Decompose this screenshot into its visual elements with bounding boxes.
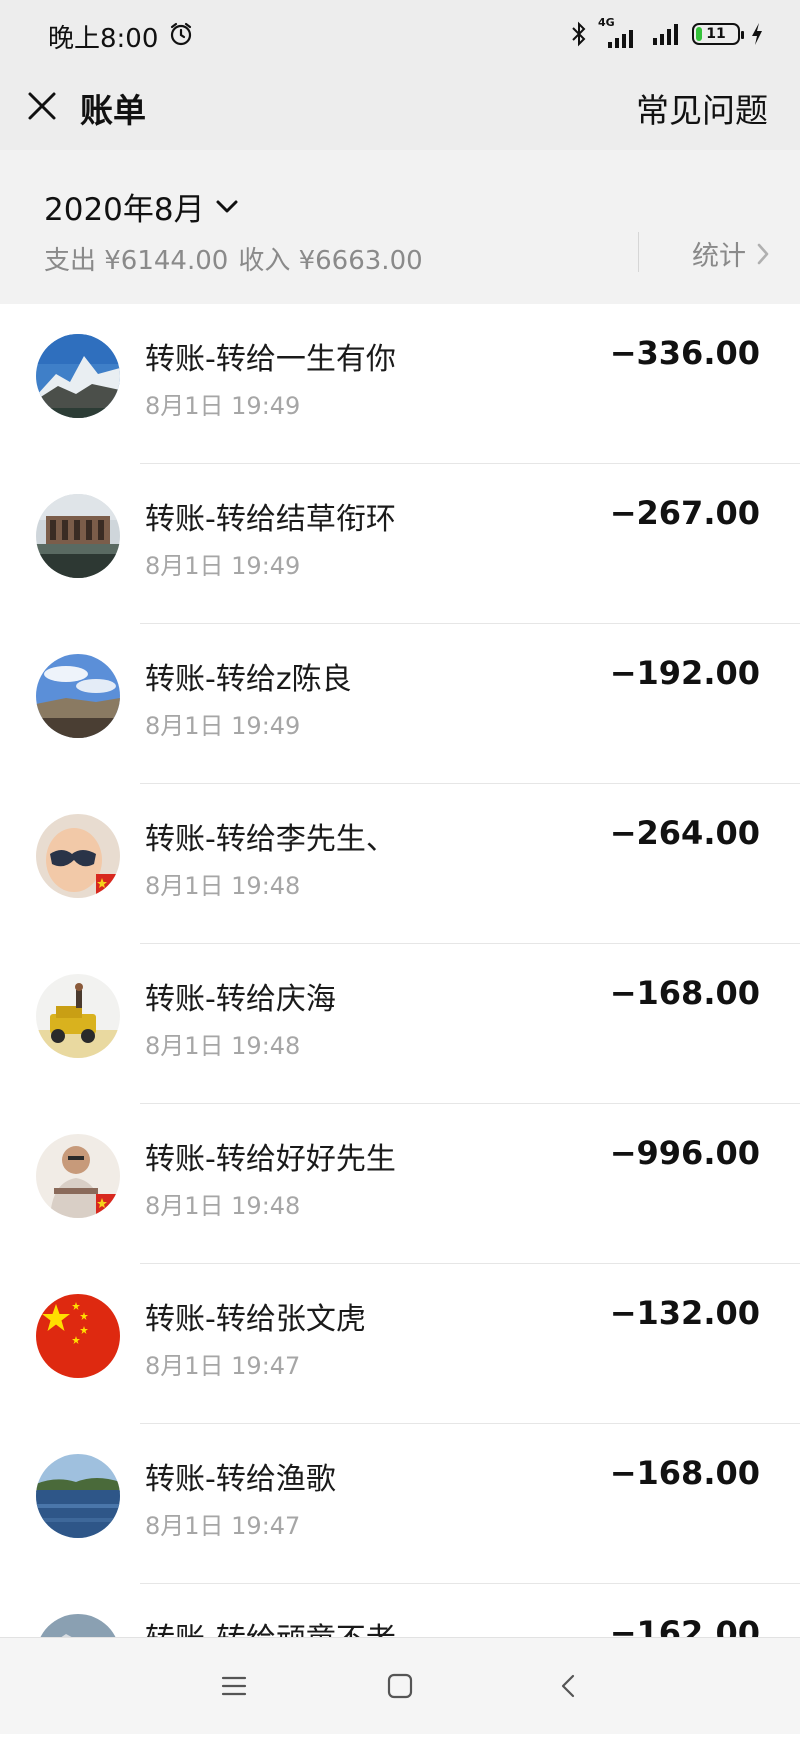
transaction-amount: −264.00	[609, 814, 760, 852]
menu-button[interactable]	[216, 1668, 252, 1704]
chevron-right-icon	[757, 243, 769, 264]
charging-icon	[752, 23, 762, 45]
month-picker[interactable]: 2020年8月	[44, 184, 239, 229]
transaction-title: 转账-转给李先生、	[145, 822, 396, 857]
month-label: 2020年8月	[44, 192, 205, 228]
transaction-amount: −336.00	[609, 334, 760, 372]
transaction-title: 转账-转给一生有你	[145, 342, 396, 377]
stats-link[interactable]: 统计	[692, 234, 770, 273]
transaction-amount: −996.00	[609, 1134, 760, 1172]
transaction-time: 8月1日 19:49	[145, 712, 301, 740]
stats-label: 统计	[692, 241, 746, 272]
transaction-time: 8月1日 19:47	[145, 1352, 301, 1380]
battery-fill	[696, 27, 702, 41]
faq-link[interactable]: 常见问题	[636, 84, 768, 132]
system-nav-bar	[0, 1637, 800, 1734]
lake-avatar	[36, 1454, 120, 1538]
bluetooth-icon	[572, 21, 586, 47]
transaction-row[interactable]: 转账-转给庆海 8月1日 19:48 −168.00	[0, 944, 800, 1104]
page-title: 账单	[80, 91, 146, 130]
transaction-row[interactable]: 转账-转给张文虎 8月1日 19:47 −132.00	[0, 1264, 800, 1424]
home-icon	[387, 1673, 413, 1699]
back-button[interactable]	[550, 1668, 586, 1704]
transaction-time: 8月1日 19:49	[145, 392, 301, 420]
transaction-row[interactable]: 转账-转给z陈良 8月1日 19:49 −192.00	[0, 624, 800, 784]
transaction-row[interactable]: 转账-转给渔歌 8月1日 19:47 −168.00	[0, 1424, 800, 1584]
transaction-title: 转账-转给好好先生	[145, 1142, 396, 1177]
expense-total: 支出 ¥6144.00	[44, 246, 229, 276]
menu-icon	[221, 1676, 247, 1696]
transaction-amount: −192.00	[609, 654, 760, 692]
signal-strength-icon-2	[653, 24, 678, 45]
flag-avatar	[36, 1294, 120, 1378]
child-avatar	[36, 814, 120, 898]
alarm-icon	[170, 22, 192, 46]
jeep-avatar	[36, 974, 120, 1058]
income-total: 收入 ¥6663.00	[238, 246, 423, 276]
transaction-row[interactable]: 转账-转给好好先生 8月1日 19:48 −996.00	[0, 1104, 800, 1264]
battery-level: 11	[706, 26, 726, 42]
transaction-amount: −267.00	[609, 494, 760, 532]
transaction-time: 8月1日 19:48	[145, 1032, 301, 1060]
transaction-title: 转账-转给张文虎	[145, 1302, 366, 1337]
header: 账单 常见问题	[0, 70, 800, 150]
man-avatar	[36, 1134, 120, 1218]
signal-strength-icon	[608, 30, 633, 48]
building-avatar	[36, 494, 120, 578]
transaction-amount: −132.00	[609, 1294, 760, 1332]
signal-4g: 4G	[598, 16, 642, 48]
transaction-row[interactable]: 转账-转给结草衔环 8月1日 19:49 −267.00	[0, 464, 800, 624]
home-button[interactable]	[382, 1668, 418, 1704]
transaction-list: 转账-转给一生有你 8月1日 19:49 −336.00 转账-转给结草衔环 8…	[0, 304, 800, 1744]
close-button[interactable]	[22, 86, 62, 126]
transaction-time: 8月1日 19:48	[145, 872, 301, 900]
transaction-time: 8月1日 19:48	[145, 1192, 301, 1220]
totals: 支出 ¥6144.00 收入 ¥6663.00	[44, 240, 433, 277]
transaction-row[interactable]: 转账-转给李先生、 8月1日 19:48 −264.00	[0, 784, 800, 944]
transaction-title: 转账-转给z陈良	[145, 662, 352, 697]
status-bar: 晚上8:00 4G 11	[0, 0, 800, 70]
chevron-down-icon	[216, 200, 238, 212]
transaction-time: 8月1日 19:47	[145, 1512, 301, 1540]
back-icon	[561, 1674, 575, 1698]
transaction-title: 转账-转给庆海	[145, 982, 336, 1017]
transaction-amount: −168.00	[609, 1454, 760, 1492]
transaction-title: 转账-转给结草衔环	[145, 502, 396, 537]
transaction-title: 转账-转给渔歌	[145, 1462, 336, 1497]
transaction-time: 8月1日 19:49	[145, 552, 301, 580]
status-icons: 4G 11	[570, 16, 764, 50]
bill-summary: 2020年8月 支出 ¥6144.00 收入 ¥6663.00 统计	[0, 150, 800, 304]
close-icon	[28, 92, 56, 120]
transaction-amount: −168.00	[609, 974, 760, 1012]
mountain-avatar	[36, 334, 120, 418]
landscape-avatar	[36, 654, 120, 738]
status-time: 晚上8:00	[48, 24, 159, 54]
battery-icon: 11	[692, 23, 744, 45]
divider	[638, 232, 639, 272]
transaction-row[interactable]: 转账-转给一生有你 8月1日 19:49 −336.00	[0, 304, 800, 464]
